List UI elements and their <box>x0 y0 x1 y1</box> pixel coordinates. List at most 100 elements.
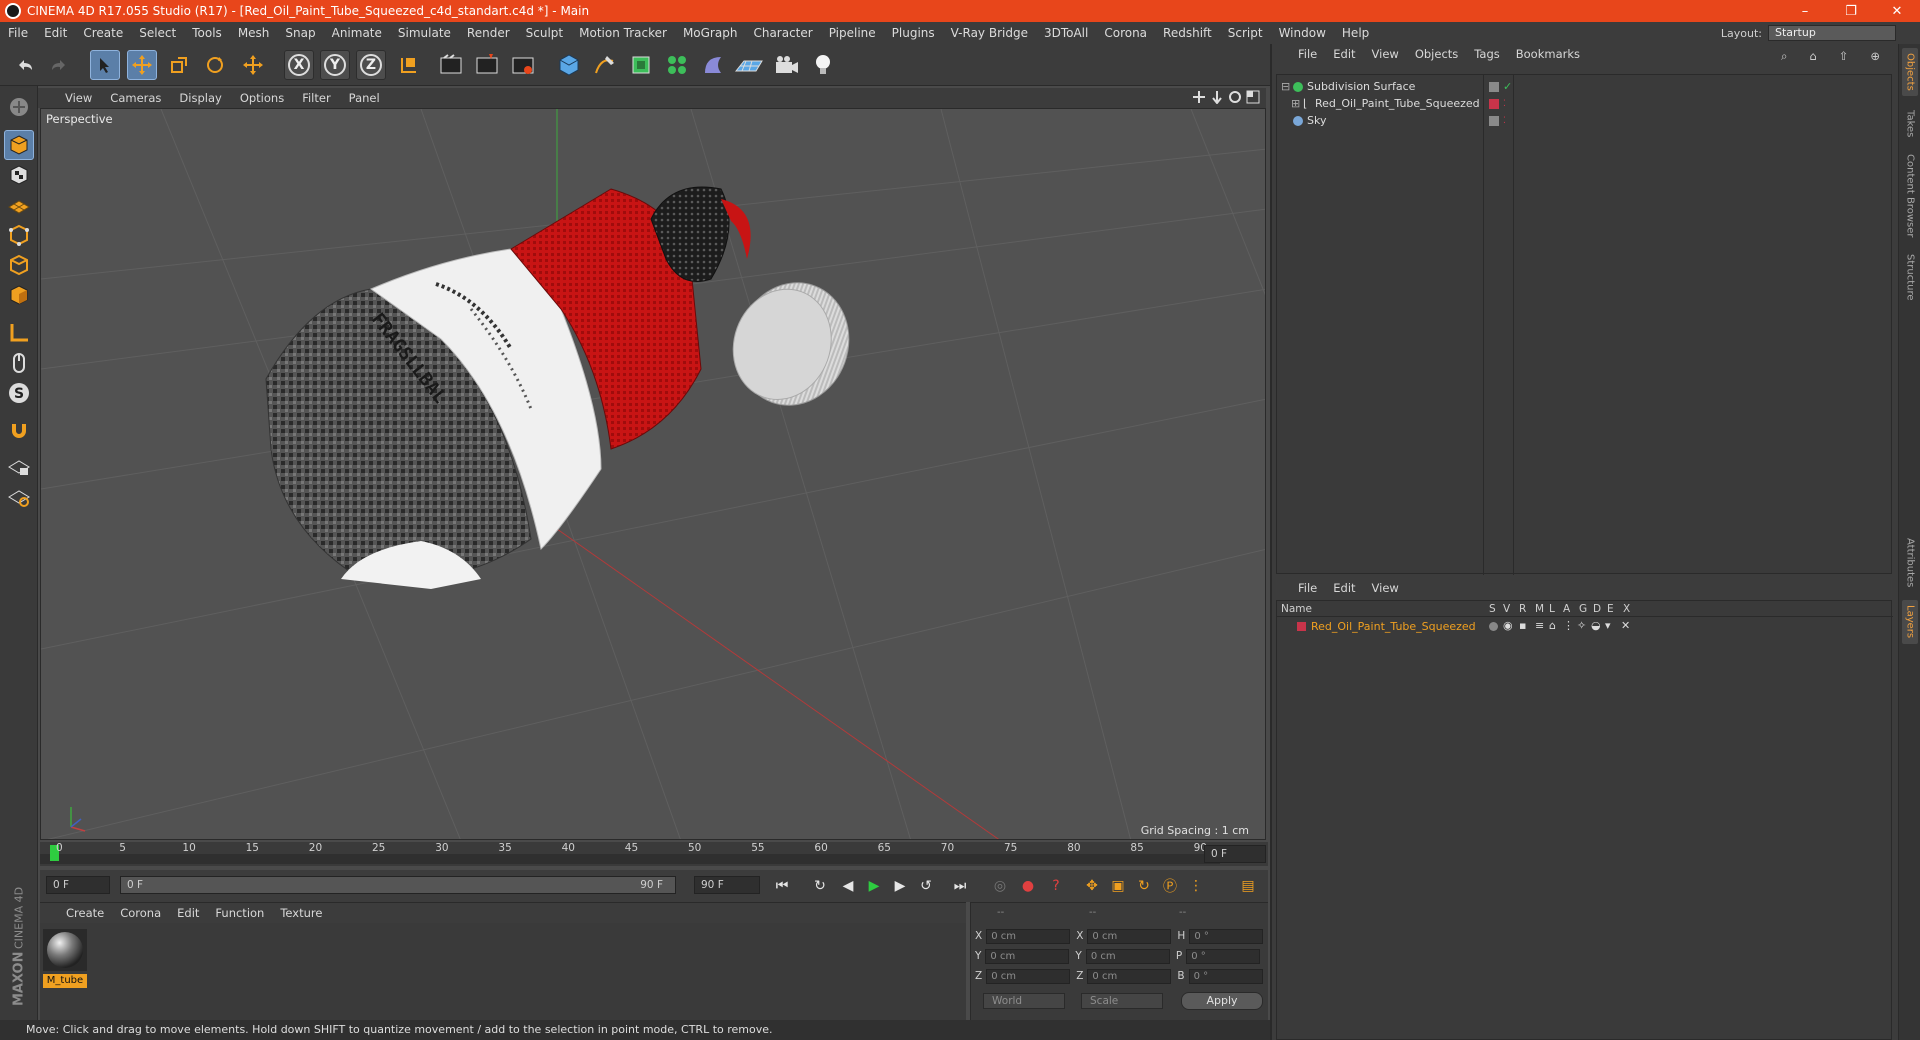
obj-menu-edit[interactable]: Edit <box>1325 47 1363 61</box>
y-axis-lock-icon[interactable]: Y <box>320 50 350 80</box>
render-to-picture-viewer-icon[interactable] <box>472 50 502 80</box>
frame-range-slider[interactable]: 0 F 90 F <box>120 876 676 894</box>
home-icon[interactable]: ⌂ <box>1801 49 1824 64</box>
cube-primitive-icon[interactable] <box>554 50 584 80</box>
menu-pipeline[interactable]: Pipeline <box>821 26 884 40</box>
menu-motion-tracker[interactable]: Motion Tracker <box>571 26 675 40</box>
loop-forward-icon[interactable]: ↺ <box>914 874 938 898</box>
menu-3dtoall[interactable]: 3DToAll <box>1036 26 1096 40</box>
end-frame-field[interactable]: 90 F <box>694 876 760 894</box>
render-view-icon[interactable] <box>436 50 466 80</box>
vp-menu-options[interactable]: Options <box>231 91 293 105</box>
menu-help[interactable]: Help <box>1334 26 1377 40</box>
cloner-icon[interactable] <box>662 50 692 80</box>
menu-vray-bridge[interactable]: V-Ray Bridge <box>943 26 1036 40</box>
make-editable-icon[interactable] <box>4 92 34 122</box>
layer-name[interactable]: Red_Oil_Paint_Tube_Squeezed <box>1311 620 1476 633</box>
key-position-icon[interactable]: ✥ <box>1080 874 1104 898</box>
coord-mode-scale-dropdown[interactable]: Scale <box>1081 993 1163 1009</box>
render-settings-icon[interactable] <box>508 50 538 80</box>
layer-manager-icon[interactable]: ≡ <box>1535 619 1544 632</box>
mat-menu-edit[interactable]: Edit <box>169 906 207 920</box>
menu-tools[interactable]: Tools <box>184 26 230 40</box>
obj-menu-view[interactable]: View <box>1364 47 1407 61</box>
menu-simulate[interactable]: Simulate <box>390 26 459 40</box>
layer-menu-edit[interactable]: Edit <box>1325 581 1363 595</box>
play-icon[interactable]: ▶ <box>862 874 886 898</box>
light-bulb-icon[interactable] <box>808 50 838 80</box>
up-arrow-icon[interactable]: ⇧ <box>1831 49 1857 64</box>
undo-icon[interactable] <box>10 50 40 80</box>
layer-view-eye-icon[interactable]: ◉ <box>1503 619 1513 632</box>
key-rotation-icon[interactable]: ↻ <box>1132 874 1156 898</box>
move-tool-icon[interactable] <box>127 50 157 80</box>
mat-menu-create[interactable]: Create <box>58 906 112 920</box>
obj-menu-bookmarks[interactable]: Bookmarks <box>1508 47 1588 61</box>
tab-layers[interactable]: Layers <box>1902 600 1918 644</box>
menu-mesh[interactable]: Mesh <box>230 26 278 40</box>
go-to-end-icon[interactable]: ⏭ <box>948 874 972 898</box>
layer-generator-icon[interactable]: ✧ <box>1577 619 1586 632</box>
z-axis-lock-icon[interactable]: Z <box>356 50 386 80</box>
planar-workplane-icon[interactable] <box>4 482 34 512</box>
expand-icon[interactable]: ⊕ <box>1862 49 1888 64</box>
layer-solo-icon[interactable] <box>1489 622 1498 631</box>
collapse-toggle-icon[interactable]: ⊟ <box>1281 80 1290 93</box>
layer-row[interactable]: Red_Oil_Paint_Tube_Squeezed ◉ ▪ ≡ ⌂ ⋮ ✧ … <box>1277 619 1893 635</box>
current-frame-field[interactable]: 0 F <box>1204 845 1266 863</box>
workplane-mode-icon[interactable] <box>4 190 34 220</box>
position-z-field[interactable]: 0 cm <box>986 968 1071 984</box>
loop-icon[interactable]: ↻ <box>808 874 832 898</box>
layer-lock-icon[interactable]: ⌂ <box>1549 619 1556 632</box>
timeline-window-icon[interactable]: ▤ <box>1236 874 1260 898</box>
tab-structure[interactable]: Structure <box>1902 248 1918 306</box>
tab-objects[interactable]: Objects <box>1902 48 1918 96</box>
visibility-dots-icon[interactable]: ⁚ <box>1503 116 1506 126</box>
subdivision-surface-icon[interactable] <box>626 50 656 80</box>
mat-menu-function[interactable]: Function <box>207 906 272 920</box>
rotation-h-field[interactable]: 0 ° <box>1189 928 1264 944</box>
polygons-mode-icon[interactable] <box>4 280 34 310</box>
menu-redshift[interactable]: Redshift <box>1155 26 1220 40</box>
key-scale-icon[interactable]: ▣ <box>1106 874 1130 898</box>
previous-frame-icon[interactable]: ◀ <box>836 874 860 898</box>
menu-edit[interactable]: Edit <box>36 26 75 40</box>
layer-menu-file[interactable]: File <box>1290 581 1325 595</box>
tab-takes[interactable]: Takes <box>1902 104 1918 144</box>
menu-create[interactable]: Create <box>75 26 131 40</box>
vp-menu-view[interactable]: View <box>56 91 101 105</box>
tweak-mode-icon[interactable] <box>4 348 34 378</box>
menu-corona[interactable]: Corona <box>1096 26 1155 40</box>
texture-mode-icon[interactable] <box>4 160 34 190</box>
menu-character[interactable]: Character <box>745 26 820 40</box>
size-y-field[interactable]: 0 cm <box>1085 948 1170 964</box>
magnet-icon[interactable] <box>4 416 34 446</box>
menu-animate[interactable]: Animate <box>324 26 390 40</box>
points-mode-icon[interactable] <box>4 220 34 250</box>
key-mode-icon[interactable]: ◎ <box>988 874 1012 898</box>
mat-menu-corona[interactable]: Corona <box>112 906 169 920</box>
rotation-b-field[interactable]: 0 ° <box>1188 968 1263 984</box>
coord-mode-world-dropdown[interactable]: World <box>983 993 1065 1009</box>
layer-xref-icon[interactable]: ✕ <box>1621 619 1630 632</box>
restore-button[interactable]: ❐ <box>1828 0 1874 22</box>
go-to-start-icon[interactable]: ⏮ <box>770 874 794 898</box>
apply-button[interactable]: Apply <box>1181 992 1263 1010</box>
timeline-ruler[interactable]: 0 5 10 15 20 25 30 35 40 45 50 55 60 65 70 75 80 85 90 0 F <box>40 842 1268 866</box>
start-frame-field[interactable]: 0 F <box>46 876 110 894</box>
visibility-toggle-icon[interactable] <box>1489 115 1499 126</box>
axis-mode-icon[interactable] <box>4 318 34 348</box>
live-selection-move-icon[interactable] <box>238 50 268 80</box>
vp-menu-filter[interactable]: Filter <box>293 91 339 105</box>
zoom-icon[interactable] <box>1210 90 1224 104</box>
key-parameter-icon[interactable]: Ⓟ <box>1158 874 1182 898</box>
orbit-icon[interactable] <box>1228 90 1242 104</box>
redo-icon[interactable] <box>44 50 74 80</box>
camera-icon[interactable] <box>772 50 802 80</box>
snapping-s-icon[interactable]: S <box>4 378 34 408</box>
record-icon[interactable]: ● <box>1016 874 1040 898</box>
menu-mograph[interactable]: MoGraph <box>675 26 746 40</box>
deformer-icon[interactable] <box>698 50 728 80</box>
locked-workplane-icon[interactable] <box>4 452 34 482</box>
layer-deformer-icon[interactable]: ◒ <box>1591 619 1601 632</box>
